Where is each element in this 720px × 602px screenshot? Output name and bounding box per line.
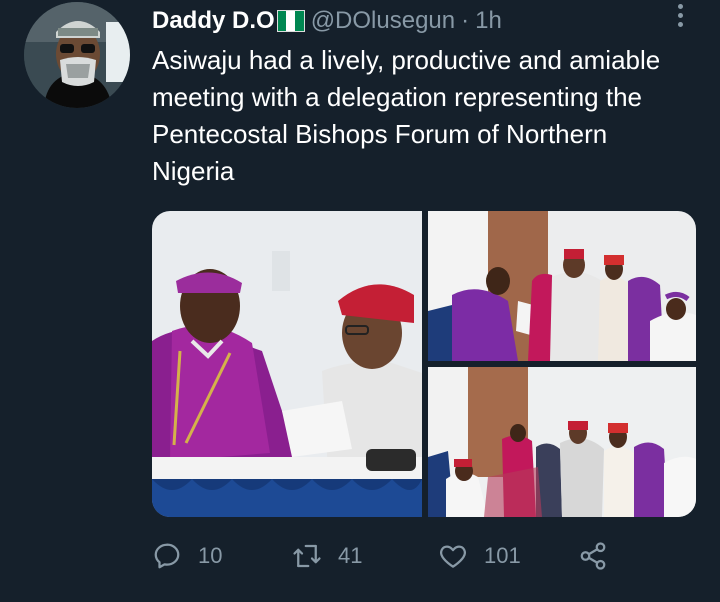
tweet-text: Asiwaju had a lively, productive and ami… [152, 45, 661, 186]
action-bar: 10 41 101 [152, 534, 672, 578]
reply-count: 10 [198, 543, 223, 568]
reply-button[interactable]: 10 [152, 534, 222, 578]
reply-icon [154, 543, 180, 569]
display-name[interactable]: Daddy D.O [152, 7, 275, 35]
tweet-header: Daddy D.O @DOlusegun · 1h [152, 4, 502, 38]
share-button[interactable] [578, 534, 624, 578]
more-vertical-icon[interactable] [668, 0, 692, 30]
photo-greeting[interactable] [428, 367, 696, 517]
photo-bishop-meeting[interactable] [152, 211, 422, 517]
share-icon [580, 542, 606, 570]
timestamp[interactable]: 1h [475, 7, 502, 35]
photo-handshake[interactable] [428, 211, 696, 361]
user-handle[interactable]: @DOlusegun [311, 7, 455, 35]
like-count: 101 [484, 543, 521, 568]
media-grid [152, 211, 696, 517]
nigeria-flag-icon [276, 10, 305, 32]
separator: · [461, 7, 470, 34]
like-button[interactable]: 101 [438, 534, 521, 578]
retweet-count: 41 [338, 543, 363, 568]
avatar[interactable] [24, 2, 130, 108]
heart-icon [440, 545, 466, 568]
tweet[interactable]: Daddy D.O @DOlusegun · 1h Asiwaju had a … [0, 0, 720, 602]
retweet-icon [293, 544, 321, 568]
retweet-button[interactable]: 41 [292, 534, 362, 578]
